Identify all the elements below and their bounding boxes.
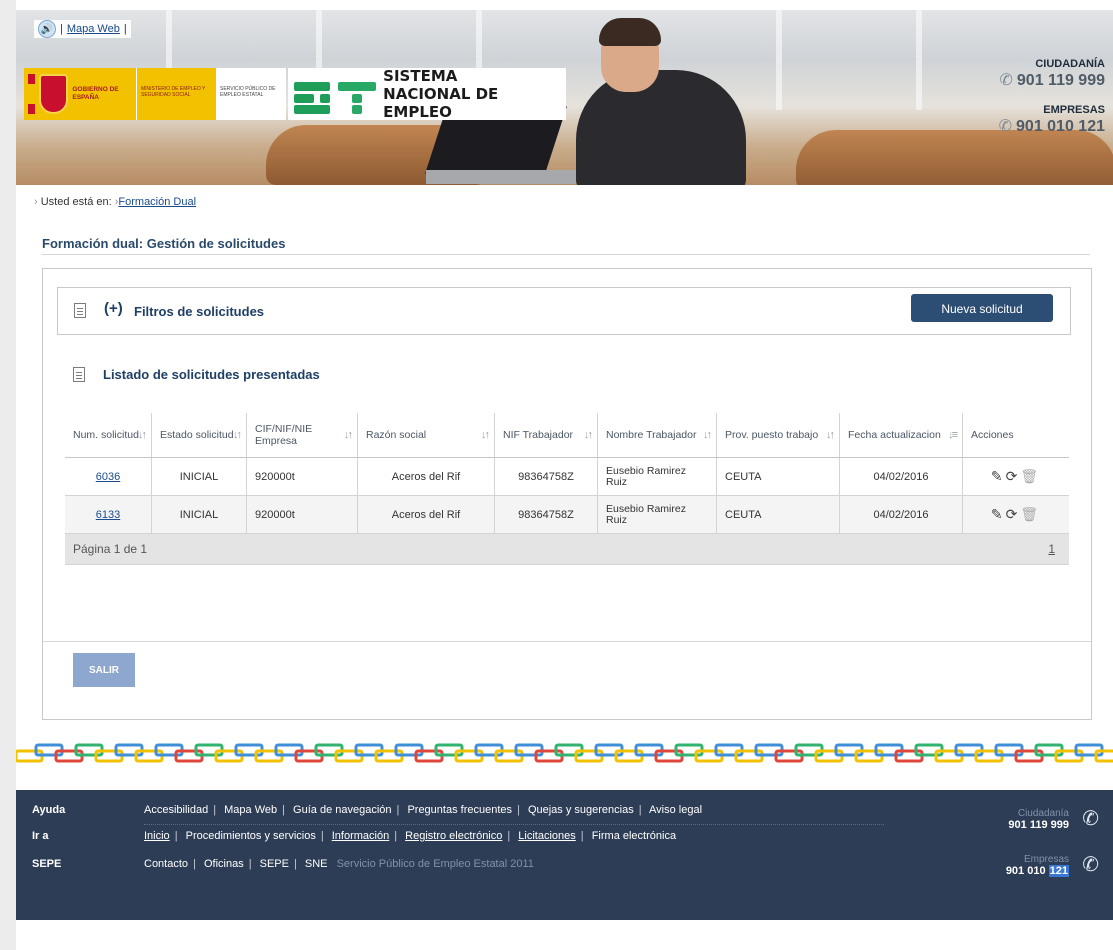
footer-link-quejas[interactable]: Quejas y sugerencias	[528, 804, 634, 816]
footer-link-guia-navegacion[interactable]: Guía de navegación	[293, 804, 391, 816]
footer-phone-ciudadania: Ciudadanía 901 119 999	[1008, 808, 1069, 831]
coat-of-arms-icon	[38, 74, 69, 114]
map-web-link[interactable]: Mapa Web	[67, 23, 120, 35]
footer-link-inicio[interactable]: Inicio	[144, 830, 170, 842]
speaker-icon[interactable]: 🔊	[38, 20, 56, 38]
sort-icon[interactable]: ↓↑	[233, 429, 242, 441]
footer-link-registro-electronico[interactable]: Registro electrónico	[405, 830, 502, 842]
sne-logo[interactable]: SISTEMA NACIONAL DE EMPLEO	[288, 67, 566, 121]
document-icon	[73, 367, 85, 382]
column-header-fecha[interactable]: Fecha actualizacion ↓≡	[839, 413, 963, 458]
footer-link-accesibilidad[interactable]: Accesibilidad	[144, 804, 208, 816]
requests-table: Num. solicitud ↓↑ Estado solicitud ↓↑ CIF/…	[65, 413, 1069, 565]
list-title: Listado de solicitudes presentadas	[103, 367, 320, 382]
refresh-icon[interactable]: ⟳	[1006, 506, 1018, 523]
footer-row-ir-a: Ir a Inicio | Procedimientos y servicios |…	[32, 830, 677, 842]
title-divider	[42, 254, 1090, 255]
breadcrumb: › Usted está en: ›Formación Dual	[34, 196, 197, 208]
sort-icon[interactable]: ↓↑	[481, 429, 490, 441]
sort-icon[interactable]: ↓↑	[344, 429, 353, 441]
column-header-acciones: Acciones	[962, 413, 1069, 458]
footer-row-ayuda: Ayuda Accesibilidad | Mapa Web | Guía de n…	[32, 804, 703, 816]
sort-icon[interactable]: ↓≡	[948, 429, 958, 441]
table-row: 6036 INICIAL 920000t Aceros del Rif 9836…	[65, 457, 1069, 496]
filters-label[interactable]: Filtros de solicitudes	[134, 304, 264, 319]
column-header-prov[interactable]: Prov. puesto trabajo ↓↑	[716, 413, 840, 458]
footer-link-firma-electronica[interactable]: Firma electrónica	[592, 830, 676, 842]
decorative-chain-border	[16, 743, 1113, 763]
sort-icon[interactable]: ↓↑	[138, 429, 147, 441]
page: 🔊 | Mapa Web | GOBIERNO DE ESPAÑA MINIST…	[16, 0, 1113, 950]
footer-link-licitaciones[interactable]: Licitaciones	[518, 830, 575, 842]
footer-link-oficinas[interactable]: Oficinas	[204, 858, 244, 870]
phone-icon: ✆	[998, 118, 1013, 135]
trash-icon[interactable]: 🗑	[1020, 506, 1038, 523]
table-row: 6133 INICIAL 920000t Aceros del Rif 9836…	[65, 495, 1069, 534]
column-header-num[interactable]: Num. solicitud ↓↑	[65, 413, 152, 458]
table-header-row: Num. solicitud ↓↑ Estado solicitud ↓↑ CIF/…	[65, 413, 1069, 458]
footer-link-mapa-web[interactable]: Mapa Web	[224, 804, 277, 816]
header-banner: 🔊 | Mapa Web | GOBIERNO DE ESPAÑA MINIST…	[16, 10, 1113, 185]
column-header-nombre[interactable]: Nombre Trabajador ↓↑	[597, 413, 717, 458]
header-photo-person	[576, 70, 746, 185]
pager-row: Página 1 de 1 1	[65, 533, 1069, 565]
exit-button[interactable]: SALIR	[73, 653, 135, 687]
footer-link-procedimientos[interactable]: Procedimientos y servicios	[186, 830, 316, 842]
footer-link-informacion[interactable]: Información	[332, 830, 389, 842]
breadcrumb-link-formacion-dual[interactable]: Formación Dual	[118, 196, 196, 208]
top-utility-bar: 🔊 | Mapa Web |	[34, 20, 131, 38]
phone-icon: ✆	[999, 72, 1013, 89]
footer: Ayuda Accesibilidad | Mapa Web | Guía de n…	[16, 790, 1113, 920]
footer-link-sne[interactable]: SNE	[305, 858, 328, 870]
pager-page-link[interactable]: 1	[1048, 542, 1055, 556]
document-icon	[74, 303, 86, 318]
footer-link-contacto[interactable]: Contacto	[144, 858, 188, 870]
footer-copyright: Servicio Público de Empleo Estatal 2011	[336, 858, 534, 870]
main-panel: (+) Filtros de solicitudes Nueva solicit…	[42, 268, 1092, 720]
expand-filters-toggle[interactable]: (+)	[104, 300, 123, 317]
footer-link-sepe[interactable]: SEPE	[260, 858, 289, 870]
new-request-button[interactable]: Nueva solicitud	[911, 294, 1053, 322]
sne-mark-icon	[294, 74, 377, 114]
sort-icon[interactable]: ↓↑	[584, 429, 593, 441]
edit-pencil-icon[interactable]: ✎	[991, 506, 1003, 523]
page-title: Formación dual: Gestión de solicitudes	[42, 236, 286, 251]
request-number-link[interactable]: 6036	[96, 471, 120, 483]
sort-icon[interactable]: ↓↑	[826, 429, 835, 441]
footer-row-sepe: SEPE Contacto | Oficinas | SEPE | SNE Servi…	[32, 858, 534, 870]
request-number-link[interactable]: 6133	[96, 509, 120, 521]
footer-link-aviso-legal[interactable]: Aviso legal	[649, 804, 702, 816]
header-phones: CIUDADANÍA ✆ 901 119 999 EMPRESAS ✆ 901 01…	[998, 58, 1105, 135]
trash-icon[interactable]: 🗑	[1020, 468, 1038, 485]
edit-pencil-icon[interactable]: ✎	[991, 468, 1003, 485]
phone-icon: ✆	[1082, 808, 1099, 830]
column-header-nif[interactable]: NIF Trabajador ↓↑	[494, 413, 598, 458]
sort-icon[interactable]: ↓↑	[703, 429, 712, 441]
panel-divider	[43, 641, 1091, 642]
column-header-razon[interactable]: Razón social ↓↑	[357, 413, 495, 458]
filters-section: (+) Filtros de solicitudes Nueva solicit…	[57, 287, 1071, 335]
refresh-icon[interactable]: ⟳	[1006, 468, 1018, 485]
column-header-estado[interactable]: Estado solicitud ↓↑	[151, 413, 247, 458]
column-header-cif[interactable]: CIF/NIF/NIE Empresa ↓↑	[246, 413, 358, 458]
footer-dotted-divider	[144, 824, 884, 826]
footer-link-preguntas-frecuentes[interactable]: Preguntas frecuentes	[407, 804, 512, 816]
government-logo[interactable]: GOBIERNO DE ESPAÑA MINISTERIO DE EMPLEO …	[24, 68, 286, 120]
phone-icon: ✆	[1082, 854, 1099, 876]
footer-phone-empresas: Empresas 901 010 121	[1005, 854, 1069, 877]
pager-text: Página 1 de 1	[73, 542, 148, 556]
